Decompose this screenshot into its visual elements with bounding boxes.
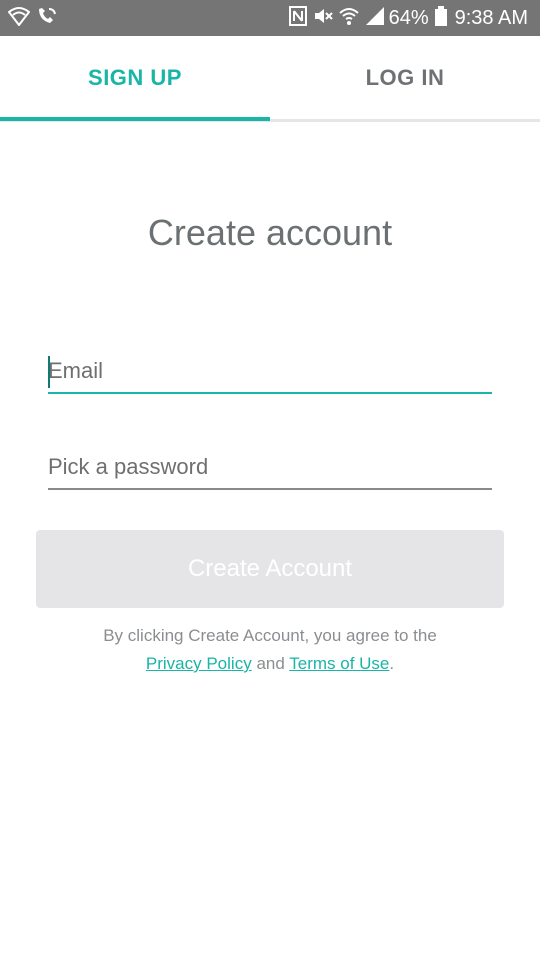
legal-suffix: . xyxy=(389,654,395,673)
legal-links-line: Privacy Policy and Terms of Use. xyxy=(0,650,540,678)
terms-of-use-link[interactable]: Terms of Use xyxy=(289,654,389,673)
tab-log-in[interactable]: LOG IN xyxy=(270,36,540,119)
status-bar-left xyxy=(7,6,64,31)
wifi-call-icon xyxy=(36,6,58,31)
legal-text: By clicking Create Account, you agree to… xyxy=(0,622,540,678)
email-input[interactable] xyxy=(48,350,492,392)
legal-prefix: By clicking Create Account, you agree to… xyxy=(103,626,437,645)
nfc-icon xyxy=(288,5,307,31)
battery-icon xyxy=(434,5,447,31)
page-title: Create account xyxy=(147,212,393,253)
active-tab-indicator xyxy=(0,117,270,121)
password-input[interactable] xyxy=(48,446,492,488)
mute-icon xyxy=(313,6,333,31)
legal-conjunction: and xyxy=(256,654,285,673)
clock: 9:38 AM xyxy=(454,6,528,29)
wifi-icon xyxy=(338,6,359,31)
tab-sign-up[interactable]: SIGN UP xyxy=(0,36,270,119)
signal-icon xyxy=(365,6,385,31)
status-bar-right: 64% 9:38 AM xyxy=(283,5,528,31)
password-field-container xyxy=(48,446,492,490)
auth-tabs: SIGN UP LOG IN xyxy=(0,36,540,122)
text-cursor xyxy=(48,356,50,388)
status-bar: 64% 9:38 AM xyxy=(0,0,540,36)
create-account-button[interactable]: Create Account xyxy=(36,530,504,608)
wifi-shield-icon xyxy=(7,6,31,31)
battery-percent: 64% xyxy=(388,6,429,29)
email-field-container xyxy=(48,350,492,394)
privacy-policy-link[interactable]: Privacy Policy xyxy=(146,654,252,673)
